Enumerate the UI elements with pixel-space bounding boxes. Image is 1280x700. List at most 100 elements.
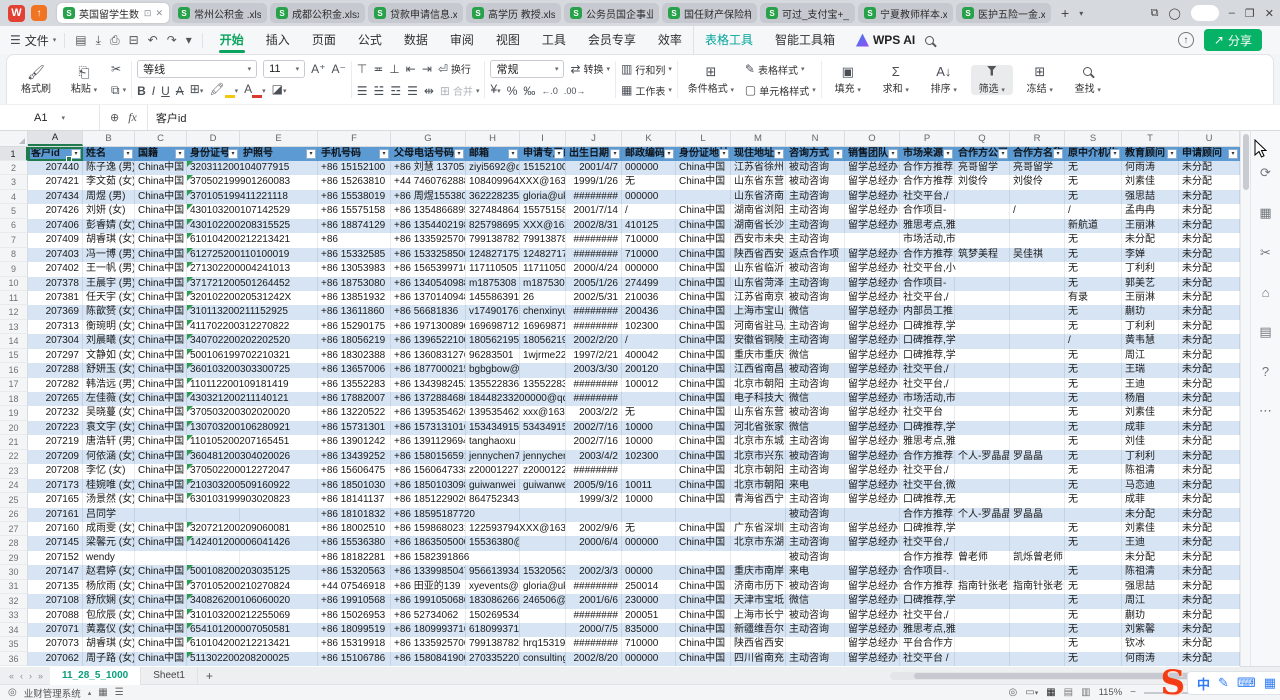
skin-icon[interactable]: ◯ [1168, 7, 1180, 20]
cell[interactable]: 留学总经办公 [845, 450, 900, 464]
cell[interactable]: 2001/6/6 [566, 594, 622, 608]
cell[interactable]: 未分配 [1179, 204, 1240, 218]
cell[interactable] [1010, 522, 1065, 536]
cell[interactable]: 留学总经办公 [845, 493, 900, 507]
cell[interactable]: 冯一博 (男) [83, 248, 135, 262]
ime-board-icon[interactable]: ▦ [1264, 675, 1276, 691]
cell[interactable]: ######## [566, 305, 622, 319]
cell[interactable]: China中国 [135, 175, 187, 189]
cell[interactable]: China中国 [676, 580, 731, 594]
cell[interactable]: 湖南省浏阳 [731, 204, 786, 218]
cell[interactable]: tanghaoxu [466, 435, 520, 449]
cell[interactable]: 250014 [622, 580, 676, 594]
cell[interactable] [566, 508, 622, 522]
cell[interactable]: 微信 [786, 305, 845, 319]
cell[interactable]: 207421 [28, 175, 83, 189]
cell[interactable]: 刘紫馨 [1122, 623, 1179, 637]
print-icon[interactable]: ⎙ [110, 33, 120, 48]
cell[interactable]: +86 18141137 [318, 493, 391, 507]
cell[interactable]: 835000 [622, 623, 676, 637]
cell[interactable]: 留学总经办公 [845, 609, 900, 623]
percent-button[interactable]: % [507, 85, 518, 97]
cell[interactable]: 亮哥留学 [1010, 161, 1065, 175]
cell[interactable]: 000000 [622, 190, 676, 204]
cell[interactable]: 主动咨询 [786, 536, 845, 550]
cell[interactable]: 155751588 [520, 204, 566, 218]
cell[interactable]: China中国 [676, 392, 731, 406]
cell[interactable]: 唐浩轩 (男) [83, 435, 135, 449]
cell[interactable]: China中国 [676, 493, 731, 507]
cell[interactable]: 无 [1065, 464, 1122, 478]
wrap-text-button[interactable]: ⏎换行 [438, 60, 471, 78]
cell[interactable]: 留学总经办公 [845, 522, 900, 536]
cell[interactable]: 王迪 [1122, 378, 1179, 392]
cell[interactable]: 207108 [28, 594, 83, 608]
cell[interactable]: 江苏省南京 [731, 291, 786, 305]
convert-button[interactable]: ⇄转换▾ [570, 60, 610, 78]
cell[interactable]: z20001227 [466, 464, 520, 478]
cell[interactable]: +86 15332585 [318, 248, 391, 262]
filter-dropdown-icon[interactable]: ▾ [175, 149, 185, 159]
account-pill[interactable] [1191, 5, 1219, 21]
cell[interactable] [955, 637, 1010, 651]
cell[interactable]: 王丽淋 [1122, 291, 1179, 305]
copy-button[interactable]: ⧉▾ [111, 81, 126, 99]
document-tab[interactable]: S 成都公积金.xlsx [270, 3, 365, 23]
cell[interactable]: 主动咨询 [786, 219, 845, 233]
cell[interactable]: 主动咨询 [786, 493, 845, 507]
cell[interactable]: ######## [566, 190, 622, 204]
cell[interactable]: 未分配 [1122, 233, 1179, 247]
row-number[interactable]: 6 [0, 219, 28, 233]
cell[interactable]: 社交平台,/ [900, 464, 955, 478]
sheet-tab[interactable]: Sheet1 [141, 667, 198, 685]
filter-dropdown-icon[interactable]: ▾ [454, 149, 464, 159]
prev-sheet-icon[interactable]: ‹ [17, 671, 26, 681]
cell[interactable]: 430102200208315525 [187, 219, 318, 233]
cell[interactable]: China中国 [135, 248, 187, 262]
cell[interactable]: 留学总经办公 [845, 594, 900, 608]
sheet-tab[interactable]: 11_28_5_1000 [50, 667, 141, 685]
cell[interactable]: 社交平台 [900, 406, 955, 420]
cell[interactable]: 湖南省长沙 [731, 219, 786, 233]
cell[interactable]: China中国 [135, 219, 187, 233]
cell[interactable]: 000000 [622, 536, 676, 550]
cell[interactable]: 吴晓蔓 (女) [83, 406, 135, 420]
header-cell[interactable]: 父母电话号码▾ [391, 147, 466, 161]
sogou-logo-icon[interactable]: S [1160, 666, 1185, 700]
cell[interactable]: 无 [1065, 450, 1122, 464]
undo-icon[interactable]: ↶ [148, 33, 158, 47]
document-tab[interactable]: S 常州公积金 .xlsx [172, 3, 267, 23]
cell[interactable]: +86 1598680231 [391, 522, 466, 536]
filter-dropdown-icon[interactable]: ▾ [664, 149, 674, 159]
cell[interactable]: China中国 [676, 219, 731, 233]
cell[interactable]: +86 18302388 [318, 349, 391, 363]
cell[interactable]: 00000 [622, 565, 676, 579]
cell[interactable]: 207409 [28, 233, 83, 247]
cell[interactable]: 彭睿婧 (女) [83, 219, 135, 233]
cell[interactable]: 留学总经办公 [845, 262, 900, 276]
cell[interactable]: 未分配 [1179, 594, 1240, 608]
cell[interactable]: wendy [83, 551, 135, 565]
cell[interactable]: 无 [1065, 277, 1122, 291]
menu-item-效率[interactable]: 效率 [647, 26, 693, 54]
row-number[interactable]: 8 [0, 248, 28, 262]
row-number[interactable]: 35 [0, 637, 28, 651]
row-number[interactable]: 15 [0, 349, 28, 363]
cell[interactable] [731, 508, 786, 522]
cell[interactable]: China中国 [676, 637, 731, 651]
cell[interactable]: 207147 [28, 565, 83, 579]
cell[interactable]: 山东省东营 [731, 175, 786, 189]
cell[interactable]: 207165 [28, 493, 83, 507]
fx-icon[interactable]: fx [128, 110, 137, 125]
assistant-icon[interactable]: ⟳ [1260, 165, 1271, 181]
cell[interactable]: 271302200004241013 [187, 262, 318, 276]
cell[interactable] [1010, 594, 1065, 608]
cell[interactable]: 丁利利 [1122, 320, 1179, 334]
strikethrough-button[interactable]: A [176, 85, 184, 97]
cell[interactable]: 何雨涛 [1122, 161, 1179, 175]
cell[interactable]: 207088 [28, 609, 83, 623]
cell[interactable]: 无 [1065, 565, 1122, 579]
cell[interactable]: 26 [520, 291, 566, 305]
header-cell[interactable]: 邮政编码▾ [622, 147, 676, 161]
cell[interactable] [1010, 378, 1065, 392]
